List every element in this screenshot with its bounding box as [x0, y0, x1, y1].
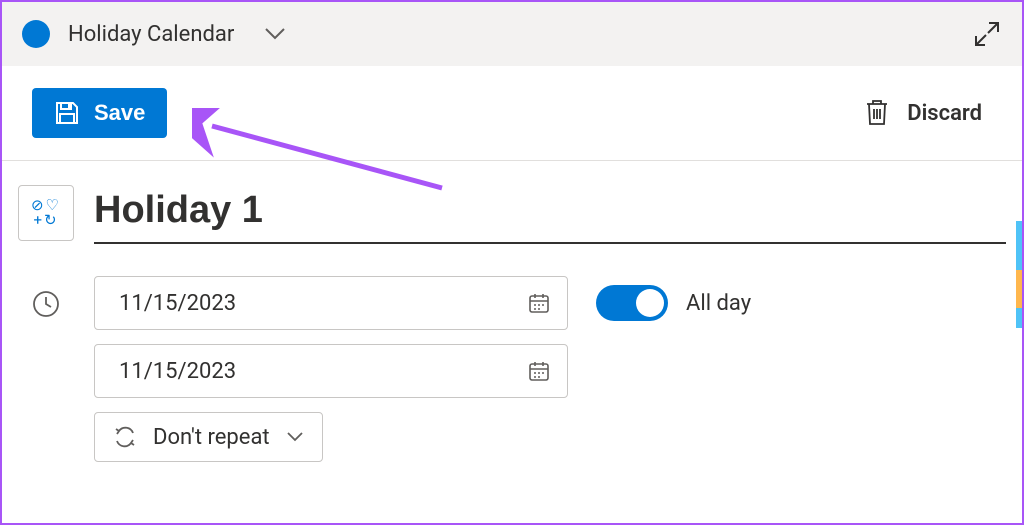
all-day-label: All day: [686, 291, 751, 316]
event-form: ⊘♡ +↻ 11/15/2023: [2, 161, 1022, 462]
end-date-value: 11/15/2023: [119, 359, 236, 384]
calendar-name-label: Holiday Calendar: [68, 22, 234, 47]
side-accent: [1016, 308, 1022, 328]
title-row: ⊘♡ +↻: [18, 185, 1006, 244]
action-toolbar: Save Discard: [2, 66, 1022, 160]
calendar-icon: [527, 359, 551, 383]
chevron-down-icon: [286, 431, 304, 443]
side-accent: [1016, 221, 1022, 270]
repeat-icon: [113, 425, 137, 449]
save-button-label: Save: [94, 100, 145, 126]
toggle-knob: [636, 289, 664, 317]
event-title-input[interactable]: [94, 185, 1006, 244]
start-date-value: 11/15/2023: [119, 291, 236, 316]
chevron-down-icon: [264, 27, 286, 41]
emoji-icon-row2: +↻: [33, 213, 58, 228]
all-day-toggle[interactable]: [596, 285, 668, 321]
clock-icon: [32, 290, 60, 318]
save-button[interactable]: Save: [32, 88, 167, 138]
repeat-label: Don't repeat: [153, 425, 270, 450]
expand-icon: [972, 19, 1002, 49]
discard-button-label: Discard: [907, 101, 982, 126]
discard-button[interactable]: Discard: [863, 98, 982, 128]
calendar-dropdown[interactable]: [264, 27, 286, 41]
date-section: 11/15/2023 All day: [18, 276, 1006, 462]
save-icon: [54, 100, 80, 126]
calendar-header: Holiday Calendar: [2, 2, 1022, 66]
calendar-color-dot: [22, 20, 50, 48]
repeat-dropdown[interactable]: Don't repeat: [94, 412, 323, 462]
emoji-picker-button[interactable]: ⊘♡ +↻: [18, 185, 74, 241]
end-date-input[interactable]: 11/15/2023: [94, 344, 568, 398]
trash-icon: [863, 98, 891, 128]
start-date-input[interactable]: 11/15/2023: [94, 276, 568, 330]
side-accent: [1016, 270, 1022, 308]
calendar-icon: [527, 291, 551, 315]
expand-button[interactable]: [972, 19, 1002, 49]
